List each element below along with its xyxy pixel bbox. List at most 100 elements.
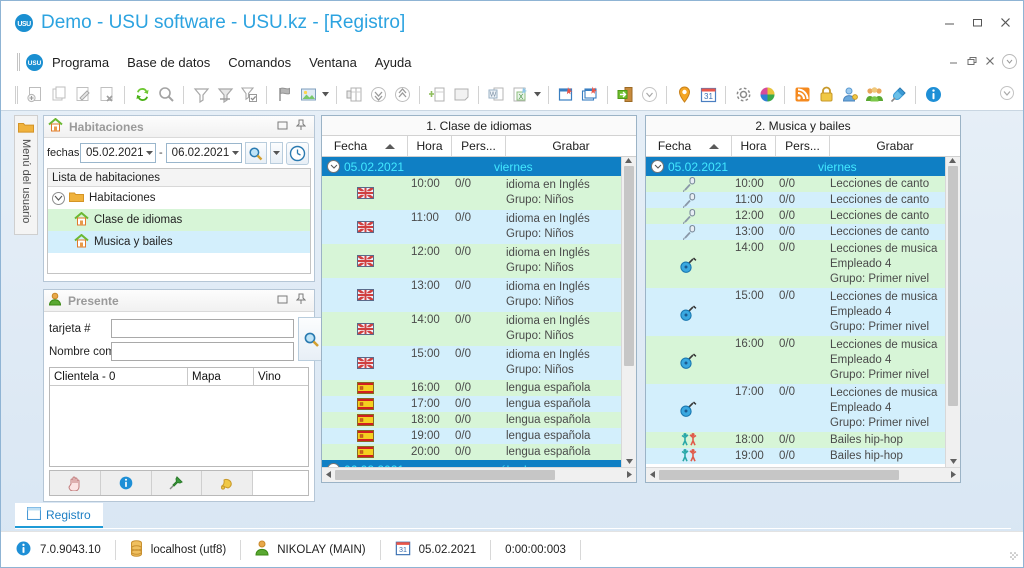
add-column-button[interactable] <box>425 83 449 107</box>
delete-record-button[interactable] <box>95 83 119 107</box>
group-button[interactable] <box>862 83 886 107</box>
refresh-button[interactable] <box>130 83 154 107</box>
sidebar-tab-user-menu[interactable]: Menú del usuario <box>14 115 38 235</box>
more-button[interactable] <box>637 83 661 107</box>
tree-item-musica-y-bailes[interactable]: Musica y bailes <box>48 231 310 253</box>
mdi-more-button[interactable] <box>1002 53 1017 69</box>
note-button[interactable] <box>449 83 473 107</box>
calendar-button[interactable]: 31 <box>696 83 720 107</box>
date-search-button[interactable] <box>244 142 267 164</box>
mdi-minimize-button[interactable] <box>945 52 963 70</box>
resize-grip[interactable] <box>1007 549 1019 561</box>
day-expander-icon[interactable] <box>651 160 664 173</box>
expand-all-button[interactable] <box>366 83 390 107</box>
pushpin-button[interactable] <box>152 471 203 495</box>
presente-restore-button[interactable] <box>277 294 288 307</box>
habitaciones-pin-button[interactable] <box>295 119 307 134</box>
edit-record-button[interactable] <box>71 83 95 107</box>
close-button[interactable] <box>991 9 1019 35</box>
copy-record-button[interactable] <box>47 83 71 107</box>
report-copy-button[interactable] <box>578 83 602 107</box>
schedule-event-row[interactable]: 11:00 0/0 idioma en Inglés Grupo: Niños <box>322 210 636 244</box>
schedule-event-row[interactable]: 17:00 0/0 Lecciones de musica Empleado 4 Gru… <box>646 384 960 432</box>
column-header-pers[interactable]: Pers... <box>776 136 830 156</box>
schedule-day-row[interactable]: 05.02.2021 viernes <box>322 157 636 176</box>
column-header-vino[interactable]: Vino <box>254 368 308 385</box>
bell-button[interactable] <box>202 471 254 495</box>
column-header-pers[interactable]: Pers... <box>452 136 506 156</box>
column-header-grabar[interactable]: Grabar <box>830 136 960 156</box>
clock-button[interactable] <box>285 141 309 165</box>
menu-item-programa[interactable]: Programa <box>43 51 118 74</box>
date-search-dropdown-button[interactable] <box>269 142 283 164</box>
maximize-button[interactable] <box>963 9 991 35</box>
date-from-dropdown-icon[interactable] <box>146 150 153 157</box>
add-record-button[interactable] <box>23 83 47 107</box>
day-expander-icon[interactable] <box>327 160 340 173</box>
column-header-mapa[interactable]: Mapa <box>188 368 254 385</box>
tree-expander-icon[interactable] <box>52 191 65 205</box>
schedule-event-row[interactable]: 19:00 0/0 lengua española <box>322 428 636 444</box>
menu-item-ventana[interactable]: Ventana <box>300 51 366 74</box>
schedule-event-row[interactable]: 12:00 0/0 Lecciones de canto <box>646 208 960 224</box>
nombre-input[interactable] <box>111 342 294 361</box>
schedule-event-row[interactable]: 20:00 0/0 lengua española <box>322 444 636 460</box>
plug-button[interactable] <box>886 83 910 107</box>
tree-item-clase-de-idiomas[interactable]: Clase de idiomas <box>48 209 310 231</box>
export-word-button[interactable]: W <box>484 83 508 107</box>
schedule-event-row[interactable]: 11:00 0/0 Lecciones de canto <box>646 192 960 208</box>
presente-info-button[interactable] <box>101 471 152 495</box>
theme-button[interactable] <box>755 83 779 107</box>
toolbar-overflow-button[interactable] <box>999 85 1015 104</box>
schedule-event-row[interactable]: 10:00 0/0 idioma en Inglés Grupo: Niños <box>322 176 636 210</box>
schedule-2-vscrollbar[interactable] <box>945 157 960 467</box>
menu-grip-handle[interactable] <box>17 53 20 71</box>
filter-apply-button[interactable] <box>237 83 261 107</box>
column-header-hora[interactable]: Hora <box>408 136 452 156</box>
flag-button[interactable] <box>272 83 296 107</box>
export-excel-button[interactable]: X <box>508 83 532 107</box>
presente-pin-button[interactable] <box>295 293 307 308</box>
column-header-hora[interactable]: Hora <box>732 136 776 156</box>
columns-button[interactable] <box>342 83 366 107</box>
excel-dropdown-arrow-icon[interactable] <box>532 83 543 107</box>
schedule-event-row[interactable]: 15:00 0/0 Lecciones de musica Empleado 4 Gru… <box>646 288 960 336</box>
date-to-dropdown-icon[interactable] <box>231 150 239 157</box>
filter-button[interactable] <box>189 83 213 107</box>
filter-clear-button[interactable] <box>213 83 237 107</box>
hand-button[interactable] <box>50 471 101 495</box>
toolbar-grip-handle[interactable] <box>15 85 18 104</box>
minimize-button[interactable] <box>935 9 963 35</box>
schedule-1-vscrollbar[interactable] <box>621 157 636 467</box>
document-tab-registro[interactable]: Registro <box>15 503 103 528</box>
schedule-2-hscrollbar[interactable] <box>646 467 960 482</box>
info-button[interactable] <box>921 83 945 107</box>
date-to-input[interactable]: 06.02.2021 <box>165 143 242 163</box>
column-header-fecha[interactable]: Fecha <box>646 136 732 156</box>
exit-button[interactable] <box>613 83 637 107</box>
column-header-grabar[interactable]: Grabar <box>506 136 636 156</box>
column-header-clientela[interactable]: Clientela - 0 <box>50 368 188 385</box>
schedule-day-row[interactable]: 05.02.2021 viernes <box>646 157 960 176</box>
column-header-fecha[interactable]: Fecha <box>322 136 408 156</box>
schedule-event-row[interactable]: 19:00 0/0 Bailes hip-hop <box>646 448 960 464</box>
tree-item-habitaciones[interactable]: Habitaciones <box>48 187 310 209</box>
image-button[interactable] <box>296 83 320 107</box>
schedule-event-row[interactable]: 15:00 0/0 idioma en Inglés Grupo: Niños <box>322 346 636 380</box>
schedule-event-row[interactable]: 10:00 0/0 Lecciones de canto <box>646 176 960 192</box>
schedule-event-row[interactable]: 17:00 0/0 lengua española <box>322 396 636 412</box>
schedule-event-row[interactable]: 13:00 0/0 Lecciones de canto <box>646 224 960 240</box>
schedule-event-row[interactable]: 12:00 0/0 idioma en Inglés Grupo: Niños <box>322 244 636 278</box>
date-from-input[interactable]: 05.02.2021 <box>80 143 156 163</box>
mdi-close-button[interactable] <box>981 52 999 70</box>
report-button[interactable] <box>554 83 578 107</box>
image-dropdown-arrow-icon[interactable] <box>320 83 331 107</box>
lock-button[interactable] <box>814 83 838 107</box>
rss-button[interactable] <box>790 83 814 107</box>
schedule-event-row[interactable]: 16:00 0/0 lengua española <box>322 380 636 396</box>
schedule-event-row[interactable]: 18:00 0/0 Bailes hip-hop <box>646 432 960 448</box>
location-button[interactable] <box>672 83 696 107</box>
tarjeta-input[interactable] <box>111 319 294 338</box>
search-button[interactable] <box>154 83 178 107</box>
schedule-event-row[interactable]: 14:00 0/0 Lecciones de musica Empleado 4 Gru… <box>646 240 960 288</box>
